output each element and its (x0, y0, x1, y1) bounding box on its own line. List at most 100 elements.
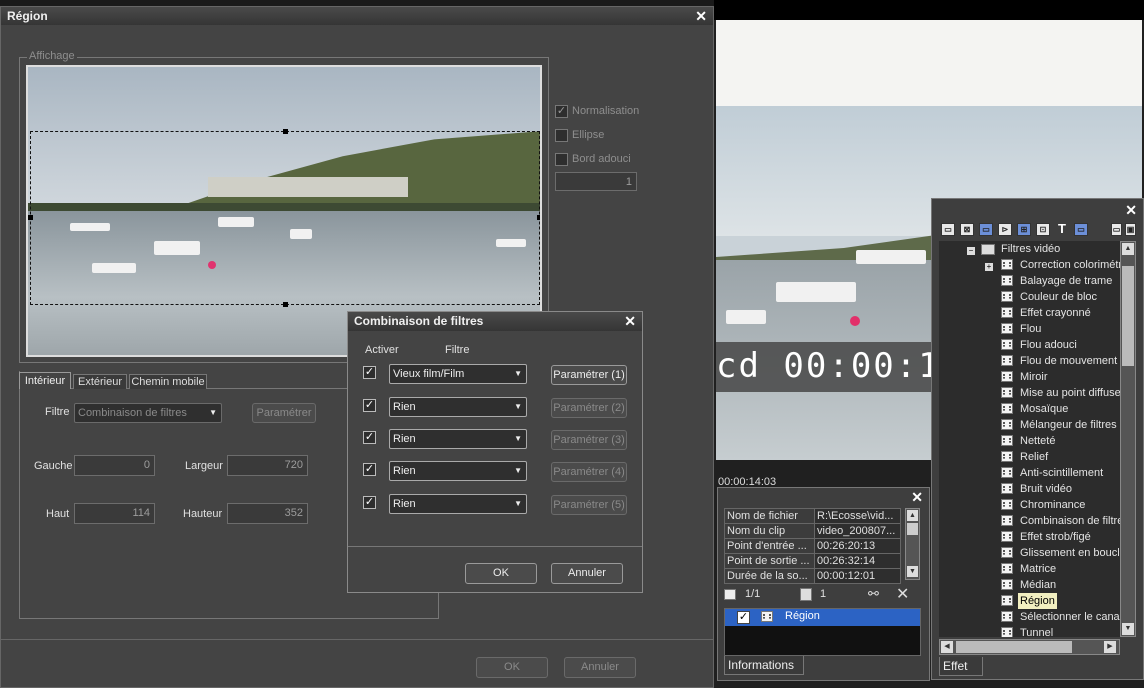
list-icon[interactable] (800, 588, 812, 601)
tree-item[interactable]: Effet crayonné (1020, 305, 1091, 321)
tree-item[interactable]: Médian (1020, 577, 1056, 593)
layout-icon[interactable]: ▭ (1074, 223, 1088, 236)
resize-handle[interactable] (283, 302, 288, 307)
activer-checkbox-1[interactable]: ✓ (363, 366, 376, 379)
tree-item[interactable]: Mélangeur de filtres (1020, 417, 1117, 433)
title-icon[interactable]: ⊞ (1017, 223, 1031, 236)
filter-select-3[interactable]: Rien ▼ (389, 429, 527, 449)
activer-checkbox-5[interactable]: ✓ (363, 496, 376, 509)
haut-field[interactable]: 114 (74, 503, 155, 524)
filter-select-5[interactable]: Rien ▼ (389, 494, 527, 514)
parametrer-3-button[interactable]: Paramétrer (3) (551, 430, 627, 450)
tree-vertical-scrollbar[interactable]: ▲ ▼ (1120, 241, 1136, 637)
close-icon[interactable]: ✕ (1125, 201, 1137, 219)
scroll-up-icon[interactable]: ▲ (1122, 243, 1134, 255)
collapse-icon[interactable]: − (967, 247, 975, 255)
filter-select-2[interactable]: Rien ▼ (389, 397, 527, 417)
tree-item[interactable]: Anti-scintillement (1020, 465, 1103, 481)
tree-item[interactable]: Flou adouci (1020, 337, 1077, 353)
video-filter-icon[interactable]: ▭ (979, 223, 993, 236)
close-icon[interactable]: ✕ (911, 488, 923, 506)
tree-item[interactable]: Effet strob/figé (1020, 529, 1091, 545)
expand-icon[interactable]: + (985, 263, 993, 271)
tab-exterieur[interactable]: Extérieur (73, 374, 127, 389)
filter-select-4[interactable]: Rien ▼ (389, 461, 527, 481)
region-cancel-button[interactable]: Annuler (564, 657, 636, 678)
filter-select-1[interactable]: Vieux film/Film ▼ (389, 364, 527, 384)
scroll-thumb[interactable] (956, 641, 1072, 653)
tree-item[interactable]: Combinaison de filtres (1020, 513, 1125, 529)
activer-checkbox-2[interactable]: ✓ (363, 399, 376, 412)
text-icon[interactable]: T (1058, 221, 1066, 236)
parametrer-button[interactable]: Paramétrer (252, 403, 316, 423)
tree-item[interactable]: Mosaïque (1020, 401, 1068, 417)
filter-combination-titlebar[interactable]: Combinaison de filtres ✕ (348, 312, 642, 331)
combo-ok-button[interactable]: OK (465, 563, 537, 584)
tree-item[interactable]: Flou (1020, 321, 1041, 337)
region-ok-button[interactable]: OK (476, 657, 548, 678)
scroll-thumb[interactable] (907, 523, 918, 535)
tree-item[interactable]: Balayage de trame (1020, 273, 1112, 289)
filtre-select[interactable]: Combinaison de filtres ▼ (74, 403, 222, 423)
tree-item[interactable]: Relief (1020, 449, 1048, 465)
effect-type-icon[interactable]: ▭ (941, 223, 955, 236)
hauteur-field[interactable]: 352 (227, 503, 308, 524)
parametrer-2-button[interactable]: Paramétrer (2) (551, 398, 627, 418)
soft-edge-checkbox[interactable] (555, 153, 568, 166)
scroll-left-icon[interactable]: ◀ (941, 641, 953, 653)
tab-interieur[interactable]: Intérieur (19, 372, 71, 389)
tree-item[interactable]: Sélectionner le canal (1020, 609, 1122, 625)
info-scrollbar[interactable]: ▲ ▼ (905, 508, 920, 580)
activer-checkbox-4[interactable]: ✓ (363, 463, 376, 476)
tree-item[interactable]: Tunnel (1020, 625, 1053, 637)
activer-checkbox-3[interactable]: ✓ (363, 431, 376, 444)
tab-effet[interactable]: Effet (939, 657, 983, 676)
audio-filter-icon[interactable]: ⊳ (998, 223, 1012, 236)
page-counter: 1/1 (745, 588, 761, 600)
resize-handle[interactable] (537, 215, 540, 220)
ellipse-checkbox[interactable] (555, 129, 568, 142)
resize-handle[interactable] (283, 129, 288, 134)
tree-item[interactable]: Flou de mouvement (1020, 353, 1117, 369)
view-icon[interactable]: ▭ (1111, 223, 1122, 236)
scroll-up-icon[interactable]: ▲ (907, 510, 918, 521)
parametrer-4-button[interactable]: Paramétrer (4) (551, 462, 627, 482)
largeur-field[interactable]: 720 (227, 455, 308, 476)
effect-enable-checkbox[interactable]: ✓ (737, 611, 750, 624)
region-selection[interactable] (30, 131, 540, 305)
close-icon[interactable]: ✕ (624, 312, 636, 330)
soft-edge-value[interactable]: 1 (555, 172, 637, 191)
gauche-field[interactable]: 0 (74, 455, 155, 476)
tree-item[interactable]: Glissement en boucle (1020, 545, 1125, 561)
scroll-down-icon[interactable]: ▼ (907, 566, 918, 577)
tree-item[interactable]: Netteté (1020, 433, 1055, 449)
tree-item-selected[interactable]: Région (1018, 593, 1057, 609)
tree-item[interactable]: Bruit vidéo (1020, 481, 1072, 497)
list-item[interactable]: ✓ Région (725, 609, 920, 626)
tree-horizontal-scrollbar[interactable]: ◀ ▶ (939, 639, 1120, 655)
link-icon[interactable]: ⚯ (868, 586, 879, 602)
parametrer-1-button[interactable]: Paramétrer (1) (551, 365, 627, 385)
scroll-thumb[interactable] (1122, 266, 1134, 366)
normalisation-checkbox[interactable]: ✓ (555, 105, 568, 118)
tree-root[interactable]: Filtres vidéo (1001, 241, 1060, 257)
tree-item[interactable]: Correction colorimétrique (1020, 257, 1125, 273)
parametrer-5-button[interactable]: Paramétrer (5) (551, 495, 627, 515)
tree-item[interactable]: Chrominance (1020, 497, 1085, 513)
transition-icon[interactable]: ⊠ (960, 223, 974, 236)
resize-handle[interactable] (28, 215, 33, 220)
delete-icon[interactable]: ✕ (896, 584, 909, 604)
keyer-icon[interactable]: ⊡ (1036, 223, 1050, 236)
lock-icon[interactable]: ▣ (1125, 223, 1136, 236)
tree-item[interactable]: Couleur de bloc (1020, 289, 1097, 305)
tree-item[interactable]: Miroir (1020, 369, 1048, 385)
tab-chemin-mobile[interactable]: Chemin mobile (129, 374, 207, 389)
tab-informations[interactable]: Informations (724, 656, 804, 675)
region-dialog-titlebar[interactable]: Région ✕ (1, 7, 713, 25)
close-icon[interactable]: ✕ (695, 7, 707, 25)
scroll-right-icon[interactable]: ▶ (1104, 641, 1116, 653)
scroll-down-icon[interactable]: ▼ (1122, 623, 1134, 635)
combo-cancel-button[interactable]: Annuler (551, 563, 623, 584)
tree-item[interactable]: Matrice (1020, 561, 1056, 577)
tree-item[interactable]: Mise au point diffuse (1020, 385, 1121, 401)
